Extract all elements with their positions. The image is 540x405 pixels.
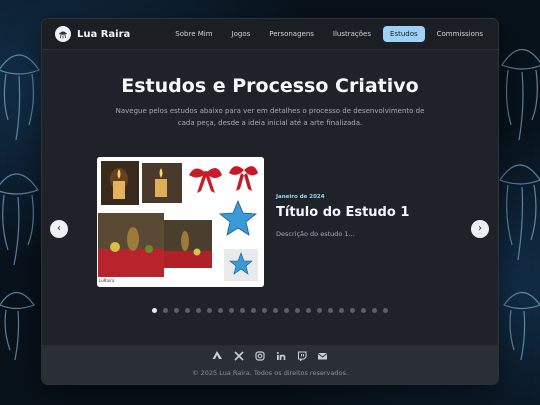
carousel-dot[interactable]	[240, 308, 245, 313]
browser-window: Lua Raira Sobre Mim Jogos Personagens Il…	[42, 19, 498, 384]
nav-item-personagens[interactable]: Personagens	[262, 26, 321, 42]
footer: © 2025 Lua Raira. Todos os direitos rese…	[42, 345, 498, 384]
carousel-dot[interactable]	[383, 308, 388, 313]
carousel-pagination	[42, 308, 498, 313]
study-date: Janeiro de 2024	[276, 194, 325, 200]
study-title[interactable]: Título do Estudo 1	[276, 205, 409, 220]
nav-item-ilustracoes[interactable]: Ilustrações	[326, 26, 378, 42]
brand-logo-icon	[55, 26, 71, 42]
jellyfish-decoration-right	[499, 48, 540, 361]
instagram-icon[interactable]	[254, 350, 265, 361]
nav-item-sobre-mim[interactable]: Sobre Mim	[168, 26, 219, 42]
carousel-dot[interactable]	[218, 308, 223, 313]
carousel-dot[interactable]	[295, 308, 300, 313]
x-icon[interactable]	[233, 350, 244, 361]
nav-links: Sobre Mim Jogos Personagens Ilustrações …	[163, 26, 490, 42]
carousel-dot[interactable]	[185, 308, 190, 313]
carousel-dot[interactable]	[339, 308, 344, 313]
carousel-prev-button[interactable]: ‹	[50, 220, 68, 238]
nav-item-jogos[interactable]: Jogos	[225, 26, 258, 42]
top-navbar: Lua Raira Sobre Mim Jogos Personagens Il…	[42, 19, 498, 50]
carousel-dot[interactable]	[350, 308, 355, 313]
carousel-dot[interactable]	[152, 308, 157, 313]
carousel-dot[interactable]	[262, 308, 267, 313]
artstation-icon[interactable]	[212, 350, 223, 361]
carousel-dot[interactable]	[273, 308, 278, 313]
carousel-dot[interactable]	[196, 308, 201, 313]
carousel-dot[interactable]	[328, 308, 333, 313]
carousel-dot[interactable]	[174, 308, 179, 313]
copyright: © 2025 Lua Raira. Todos os direitos rese…	[192, 369, 348, 377]
carousel-dot[interactable]	[163, 308, 168, 313]
nav-item-commissions[interactable]: Commissions	[430, 26, 490, 42]
carousel-dot[interactable]	[251, 308, 256, 313]
social-links	[42, 350, 498, 361]
email-icon[interactable]	[317, 350, 328, 361]
carousel-dot[interactable]	[361, 308, 366, 313]
study-thumbnail[interactable]: LuRaira	[97, 157, 264, 287]
carousel-dot[interactable]	[229, 308, 234, 313]
carousel-dot[interactable]	[306, 308, 311, 313]
carousel-dot[interactable]	[317, 308, 322, 313]
linkedin-icon[interactable]	[275, 350, 286, 361]
carousel-next-button[interactable]: ›	[471, 220, 489, 238]
page-subtitle: Navegue pelos estudos abaixo para ver em…	[115, 107, 425, 127]
image-signature: LuRaira	[99, 278, 115, 283]
study-meta: Janeiro de 2024 Título do Estudo 1 Descr…	[276, 194, 409, 238]
carousel-dot[interactable]	[207, 308, 212, 313]
brand-name: Lua Raira	[77, 28, 131, 40]
study-description: Descrição do estudo 1...	[276, 230, 355, 238]
twitch-icon[interactable]	[296, 350, 307, 361]
page-title: Estudos e Processo Criativo	[121, 75, 419, 97]
nav-item-estudos[interactable]: Estudos	[383, 26, 425, 42]
carousel-dot[interactable]	[372, 308, 377, 313]
jellyfish-decoration-left	[0, 54, 40, 361]
study-collage-image	[97, 157, 264, 287]
carousel-dot[interactable]	[284, 308, 289, 313]
brand[interactable]: Lua Raira	[55, 26, 130, 42]
